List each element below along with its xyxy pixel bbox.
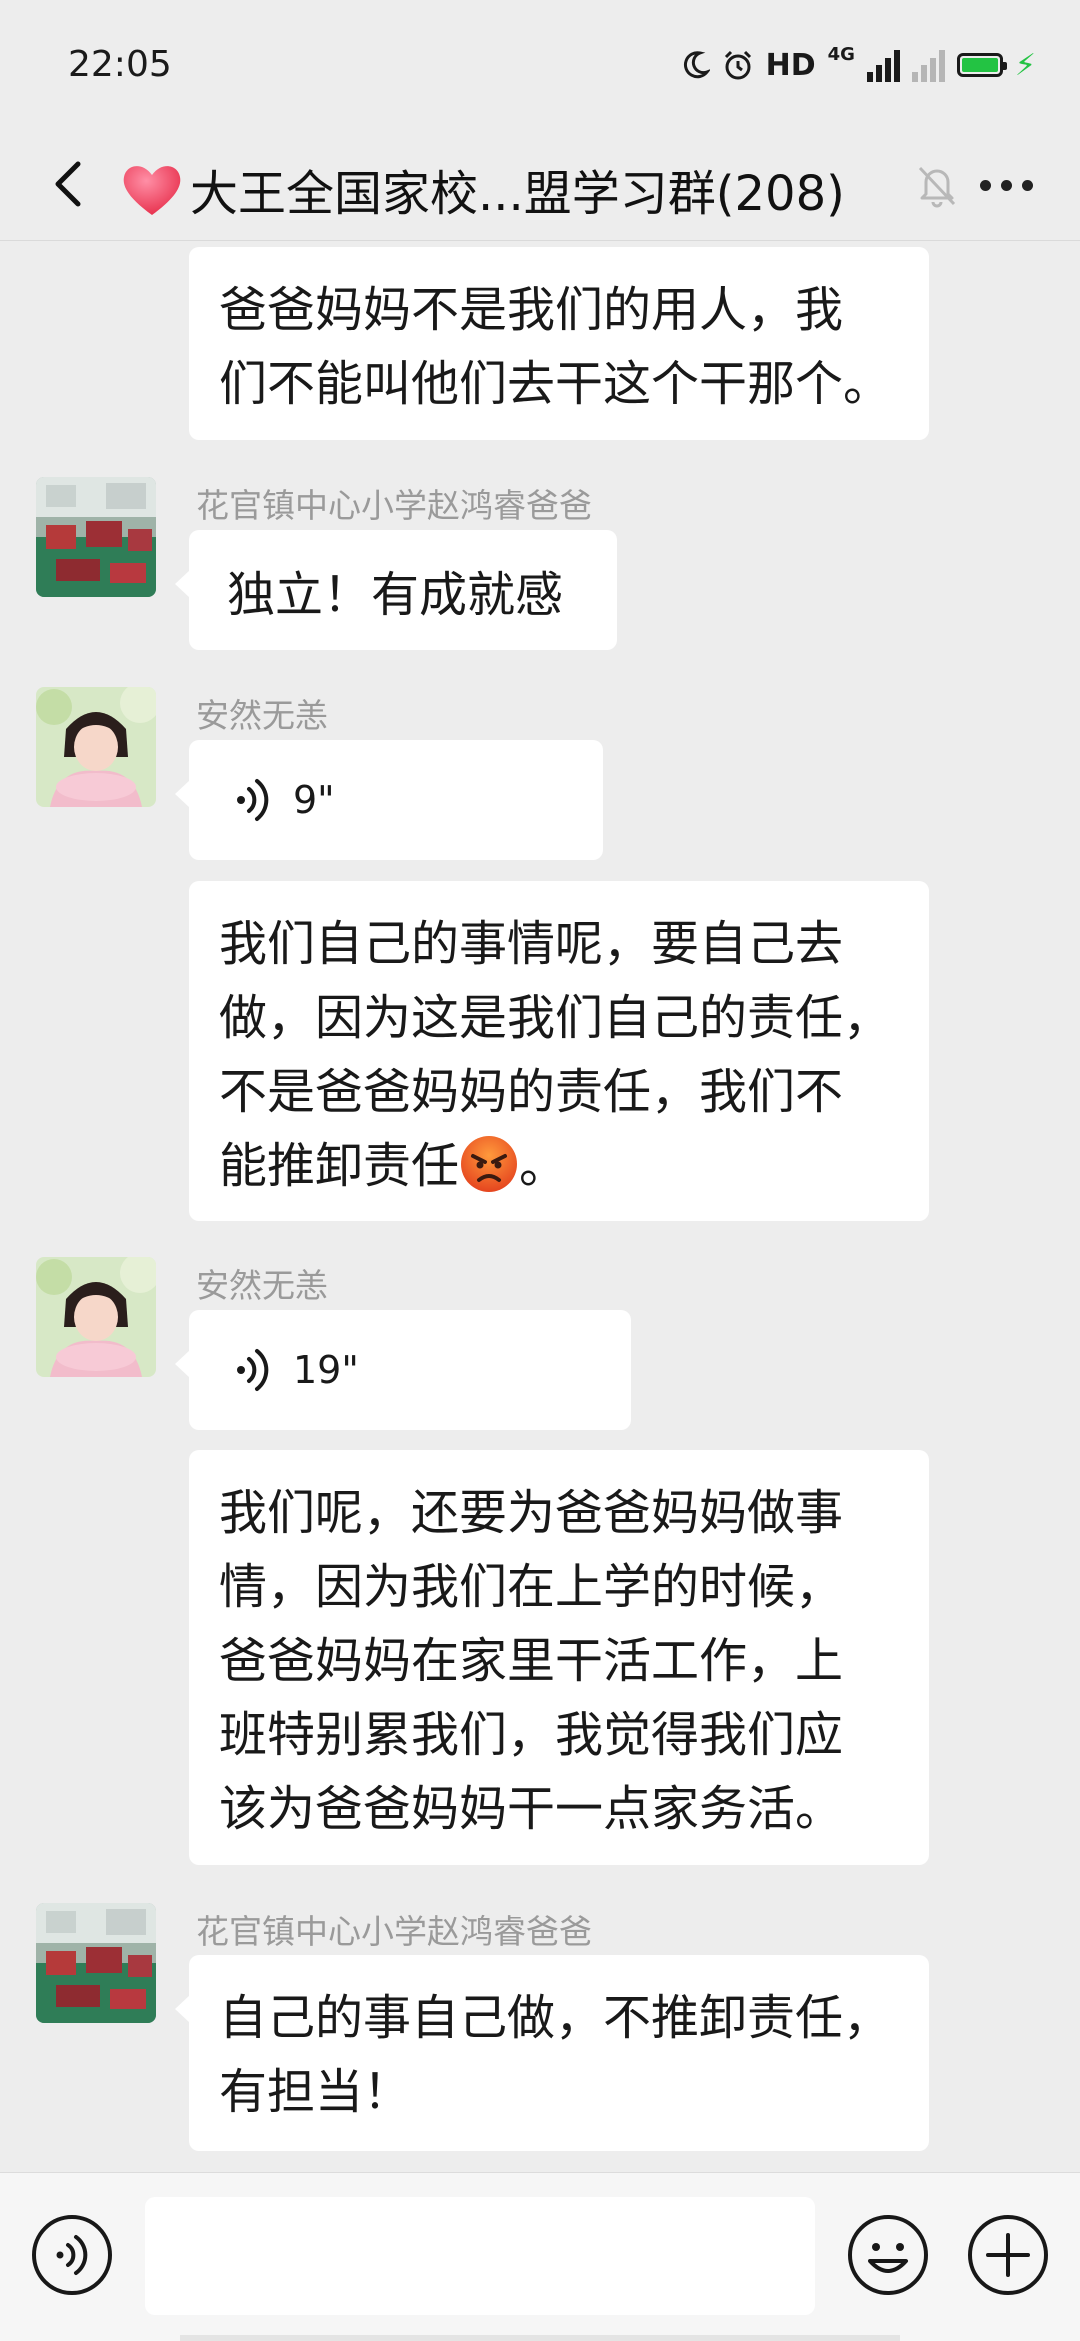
network-label: 4G [827,44,855,65]
message-line: 不是爸爸妈妈的责任，我们不 [219,1064,844,1120]
message-line: 爸爸妈妈不是我们的用人，我 [219,282,844,338]
avatar-image-girl [36,1257,156,1377]
voice-message: 19" [189,1310,631,1430]
panel-edge [180,2335,900,2341]
more-icon[interactable] [966,160,1046,210]
message-line-text: 能推卸责任 [219,1138,460,1194]
voice-wave-icon [237,1349,269,1391]
voice-input-icon[interactable] [30,2213,114,2297]
chat-title[interactable]: 大王全国家校...盟学习群(208) [120,154,845,224]
plus-icon[interactable] [966,2213,1050,2297]
voice-message-bubble[interactable]: 19" [175,1310,631,1430]
message-bubble[interactable]: 我们呢，还要为爸爸妈妈做事 情，因为我们在上学的时候， 爸爸妈妈在家里干活工作，… [189,1450,929,1865]
alarm-icon [724,50,751,80]
message-bubble[interactable]: 自己的事自己做，不推卸责任， 有担当！ [175,1955,929,2151]
signal-icon [866,48,900,82]
message-line: 自己的事自己做，不推卸责任， [219,1990,892,2046]
avatar[interactable] [36,477,156,597]
message-line: 有担当！ [219,2064,412,2120]
back-icon[interactable] [40,154,100,214]
message-line: 能推卸责任 。 [219,1129,899,1203]
charging-icon: ⚡ [1014,47,1036,83]
emoji-icon[interactable] [846,2213,930,2297]
sender-name: 安然无恙 [196,1266,328,1305]
message-line: 情，因为我们在上学的时候， [219,1559,844,1615]
status-bar: 22:05 HD 4G ⚡ [0,0,1080,130]
avatar[interactable] [36,1903,156,2023]
message-line: 做，因为这是我们自己的责任， [219,990,892,1046]
heart-icon [123,166,181,215]
message-input[interactable] [145,2197,815,2315]
battery-icon [956,53,1007,77]
sender-name: 花官镇中心小学赵鸿睿爸爸 [196,486,592,525]
signal-icon-secondary [911,48,945,82]
sender-name: 安然无恙 [196,696,328,735]
avatar[interactable] [36,687,156,807]
message-bubble[interactable]: 独立！有成就感 [175,530,617,650]
avatar[interactable] [36,1257,156,1377]
voice-wave-icon [237,779,269,821]
voice-duration: 9" [293,778,335,822]
message-list[interactable]: 爸爸妈妈不是我们的用人，我 们不能叫他们去干这个干那个。 花官镇中心小学赵鸿睿爸… [0,241,1080,2170]
sender-name: 花官镇中心小学赵鸿睿爸爸 [196,1912,592,1951]
angry-face-emoji [461,1136,518,1192]
message-line: 们不能叫他们去干这个干那个。 [219,356,892,412]
message-line: 我们呢，还要为爸爸妈妈做事 [219,1485,844,1541]
voice-message: 9" [189,740,603,860]
avatar-image-classroom [36,477,156,597]
message-text: 独立！有成就感 [227,567,564,623]
message-bubble[interactable]: 爸爸妈妈不是我们的用人，我 们不能叫他们去干这个干那个。 [189,247,929,440]
message-line: 班特别累我们，我觉得我们应 [219,1707,844,1763]
message-line: 我们自己的事情呢，要自己去 [219,916,844,972]
chat-title-text: 大王全国家校...盟学习群(208) [190,166,845,222]
status-icons: HD 4G ⚡ [682,44,1036,86]
voice-duration: 19" [293,1348,359,1392]
status-time: 22:05 [68,44,172,85]
moon-icon [683,51,710,79]
message-line: 爸爸妈妈在家里干活工作，上 [219,1633,844,1689]
voice-message-bubble[interactable]: 9" [175,740,603,860]
chat-header: 大王全国家校...盟学习群(208) [0,130,1080,241]
mute-icon [918,166,956,208]
message-trailing: 。 [519,1138,568,1194]
message-line: 该为爸爸妈妈干一点家务活。 [219,1781,844,1837]
avatar-image-girl [36,687,156,807]
hd-label: HD [765,47,816,83]
message-bubble[interactable]: 我们自己的事情呢，要自己去 做，因为这是我们自己的责任， 不是爸爸妈妈的责任，我… [189,881,929,1221]
input-bar [0,2172,1080,2341]
avatar-image-classroom [36,1903,156,2023]
